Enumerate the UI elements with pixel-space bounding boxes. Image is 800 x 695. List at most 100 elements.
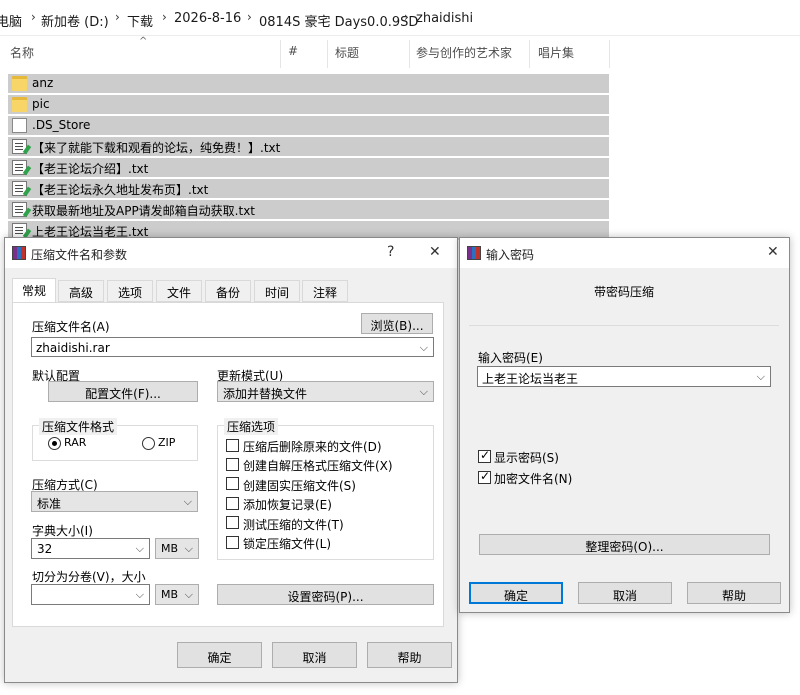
breadcrumb-item[interactable]: 0814S 豪宅 Days0.0.9SD	[259, 11, 418, 30]
format-zip-radio[interactable]	[142, 437, 155, 450]
password-input[interactable]: 上老王论坛当老王 ⌵	[477, 366, 771, 387]
column-divider[interactable]	[280, 40, 281, 68]
recovery-record-checkbox[interactable]	[226, 497, 239, 510]
breadcrumb-item[interactable]: 2026-8-16	[174, 11, 241, 26]
column-header-artist[interactable]: 参与创作的艺术家	[416, 44, 512, 61]
chevron-down-icon[interactable]: ⌵	[420, 341, 428, 355]
tab-general[interactable]: 常规	[12, 278, 56, 303]
text-file-icon	[12, 160, 27, 175]
dialog-titlebar[interactable]: 压缩文件名和参数 ? ✕	[5, 238, 457, 268]
dict-size-label: 字典大小(I)	[32, 524, 93, 538]
tab-comment[interactable]: 注释	[302, 280, 348, 302]
file-row[interactable]: pic	[8, 95, 609, 114]
column-header-title[interactable]: 标题	[335, 44, 359, 61]
update-mode-select[interactable]: 添加并替换文件 ⌵	[217, 381, 434, 402]
breadcrumb-item[interactable]: 电脑	[0, 11, 22, 30]
column-divider[interactable]	[529, 40, 530, 68]
file-row[interactable]: .DS_Store	[8, 116, 609, 135]
tab-options[interactable]: 选项	[107, 280, 153, 302]
set-password-button[interactable]: 设置密码(P)...	[217, 584, 434, 605]
breadcrumb-item[interactable]: zhaidishi	[416, 11, 473, 26]
chevron-down-icon[interactable]: ⌵	[136, 542, 144, 556]
sfx-checkbox[interactable]	[226, 458, 239, 471]
file-name: 【来了就能下载和观看的论坛，纯免费！】.txt	[32, 141, 281, 155]
file-row[interactable]: 【老王论坛介绍】.txt	[8, 158, 609, 177]
ok-button[interactable]: 确定	[177, 642, 262, 668]
option-label[interactable]: 创建自解压格式压缩文件(X)	[243, 457, 393, 474]
breadcrumb-item[interactable]: 下载	[127, 11, 153, 30]
tab-time[interactable]: 时间	[254, 280, 300, 302]
address-bar[interactable]: 电脑 › 新加卷 (D:) › 下载 › 2026-8-16 › 0814S 豪…	[0, 0, 800, 36]
column-header-album[interactable]: 唱片集	[538, 44, 574, 61]
file-row[interactable]: anz	[8, 74, 609, 93]
show-password-checkbox[interactable]	[478, 448, 491, 463]
help-icon[interactable]: ?	[387, 244, 394, 260]
format-rar-radio[interactable]	[48, 437, 61, 450]
encrypt-names-checkbox[interactable]	[478, 469, 491, 484]
password-label: 输入密码(E)	[478, 351, 543, 365]
file-row[interactable]: 【来了就能下载和观看的论坛，纯免费！】.txt	[8, 137, 609, 156]
winrar-icon	[467, 246, 481, 260]
chevron-down-icon[interactable]: ⌵	[757, 370, 765, 384]
lock-archive-checkbox[interactable]	[226, 536, 239, 549]
options-group-title: 压缩选项	[224, 418, 279, 435]
close-icon[interactable]: ✕	[429, 244, 441, 260]
option-label[interactable]: 创建固实压缩文件(S)	[243, 477, 356, 494]
solid-checkbox[interactable]	[226, 477, 239, 490]
file-name: pic	[32, 97, 50, 111]
file-name: 【老王论坛永久地址发布页】.txt	[32, 183, 209, 197]
file-row[interactable]: 【老王论坛永久地址发布页】.txt	[8, 179, 609, 198]
folder-icon	[12, 76, 27, 91]
browse-button[interactable]: 浏览(B)...	[361, 313, 433, 334]
password-heading: 带密码压缩	[594, 285, 655, 299]
column-divider[interactable]	[409, 40, 410, 68]
chevron-down-icon[interactable]: ⌵	[136, 588, 144, 602]
help-button[interactable]: 帮助	[367, 642, 452, 668]
tab-advanced[interactable]: 高级	[58, 280, 104, 302]
archive-name-value: zhaidishi.rar	[36, 341, 110, 355]
option-label[interactable]: 测试压缩的文件(T)	[243, 516, 344, 533]
split-volume-label: 切分为分卷(V)，大小	[32, 570, 146, 584]
column-header-number[interactable]: #	[288, 44, 298, 58]
file-row[interactable]: 获取最新地址及APP请发邮箱自动获取.txt	[8, 200, 609, 219]
tab-backup[interactable]: 备份	[205, 280, 251, 302]
option-label[interactable]: 压缩后删除原来的文件(D)	[243, 438, 382, 455]
option-label[interactable]: 锁定压缩文件(L)	[243, 535, 331, 552]
tab-files[interactable]: 文件	[156, 280, 202, 302]
encrypt-names-label[interactable]: 加密文件名(N)	[494, 470, 572, 487]
column-header-name[interactable]: 名称	[10, 44, 34, 61]
file-name: 【老王论坛介绍】.txt	[32, 162, 149, 176]
format-group-title: 压缩文件格式	[39, 418, 118, 435]
breadcrumb-item[interactable]: 新加卷 (D:)	[41, 11, 109, 30]
dict-unit-select[interactable]: MB ⌵	[155, 538, 199, 559]
format-zip-label[interactable]: ZIP	[158, 436, 175, 449]
organize-passwords-button[interactable]: 整理密码(O)...	[479, 534, 770, 555]
close-icon[interactable]: ✕	[767, 244, 779, 260]
profile-button[interactable]: 配置文件(F)...	[48, 381, 198, 402]
dict-size-input[interactable]: 32 ⌵	[31, 538, 150, 559]
split-volume-input[interactable]: ⌵	[31, 584, 150, 605]
update-mode-value: 添加并替换文件	[223, 387, 308, 401]
chevron-down-icon: ⌵	[183, 495, 192, 508]
column-divider[interactable]	[327, 40, 328, 68]
delete-after-checkbox[interactable]	[226, 439, 239, 452]
format-rar-label[interactable]: RAR	[64, 436, 86, 449]
breadcrumb-separator-icon: ›	[247, 10, 252, 24]
test-files-checkbox[interactable]	[226, 516, 239, 529]
password-dialog-titlebar[interactable]: 输入密码 ✕	[460, 238, 789, 268]
file-name: 获取最新地址及APP请发邮箱自动获取.txt	[32, 204, 256, 218]
option-label[interactable]: 添加恢复记录(E)	[243, 496, 332, 513]
archive-name-input[interactable]: zhaidishi.rar ⌵	[31, 337, 434, 357]
split-unit-select[interactable]: MB ⌵	[155, 584, 199, 605]
file-name: anz	[32, 76, 54, 90]
password-help-button[interactable]: 帮助	[687, 582, 781, 604]
password-ok-button[interactable]: 确定	[469, 582, 563, 604]
text-file-icon	[12, 202, 27, 217]
show-password-label[interactable]: 显示密码(S)	[494, 449, 559, 466]
cancel-button[interactable]: 取消	[272, 642, 357, 668]
breadcrumb-separator-icon: ›	[31, 10, 36, 24]
password-cancel-button[interactable]: 取消	[578, 582, 672, 604]
method-select[interactable]: 标准 ⌵	[31, 491, 198, 512]
column-divider[interactable]	[609, 40, 610, 68]
breadcrumb-separator-icon: ›	[115, 10, 120, 24]
